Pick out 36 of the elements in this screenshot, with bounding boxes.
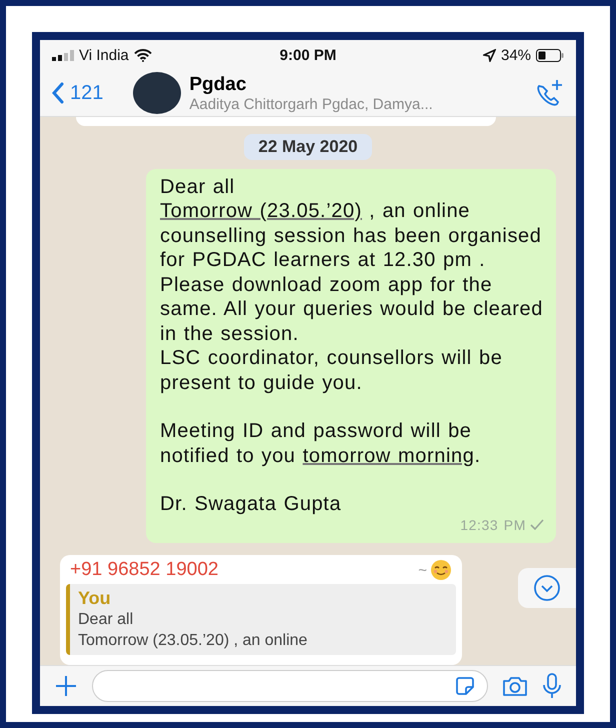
battery-percent: 34%: [500, 46, 532, 64]
message-input[interactable]: [92, 670, 488, 702]
date-link[interactable]: tomorrow morning: [302, 444, 474, 466]
chat-members: Aaditya Chittorgarh Pgdac, Damya...: [189, 96, 434, 112]
back-chevron-icon[interactable]: [52, 82, 64, 104]
chat-title: Pgdac: [189, 74, 248, 96]
date-link[interactable]: Tomorrow (23.05.’20): [160, 200, 362, 222]
wifi-icon: [134, 48, 152, 62]
quote-author: You: [78, 588, 112, 609]
quote-text: Tomorrow (23.05.’20) , an online: [78, 631, 308, 651]
battery-icon: [536, 48, 564, 62]
message-text: Meeting ID and password will be notified to you tomorrow morning.: [160, 419, 482, 468]
message-time: 12:33 PM: [460, 516, 526, 534]
message-text: Tomorrow (23.05.’20) , an online counselling session has been organised for PGDAC learners at 12.30 pm . Please download zoom app for the same. All your queries would be cleared in the session.: [160, 199, 544, 346]
clock-time: 9:00 PM: [280, 46, 336, 64]
scroll-down-button[interactable]: [518, 568, 576, 608]
sticker-icon[interactable]: [455, 676, 475, 696]
date-chip: 22 May 2020: [244, 134, 372, 160]
back-button[interactable]: 121: [52, 82, 104, 104]
quoted-message[interactable]: You Dear all Tomorrow (23.05.’20) , an online: [66, 584, 456, 655]
check-icon: [530, 519, 544, 530]
sender-tilde: ~: [418, 562, 427, 578]
microphone-icon[interactable]: [542, 673, 562, 699]
sender-phone: +91 96852 19002: [70, 559, 220, 581]
location-arrow-icon: [482, 48, 496, 62]
message-text: LSC coordinator, counsellors will be present to guide you.: [160, 346, 504, 395]
carrier-name: Vi India: [79, 46, 129, 64]
chevron-down-icon[interactable]: [533, 574, 561, 602]
group-avatar[interactable]: [133, 72, 182, 114]
plus-icon[interactable]: [54, 674, 78, 698]
message-text: Dr. Swagata Gupta: [160, 492, 342, 516]
message-text: Dear all: [160, 174, 236, 199]
camera-icon[interactable]: [502, 675, 528, 697]
signal-icon: [52, 50, 74, 60]
quote-text: Dear all: [78, 610, 134, 630]
smiley-face-icon: [430, 559, 452, 581]
